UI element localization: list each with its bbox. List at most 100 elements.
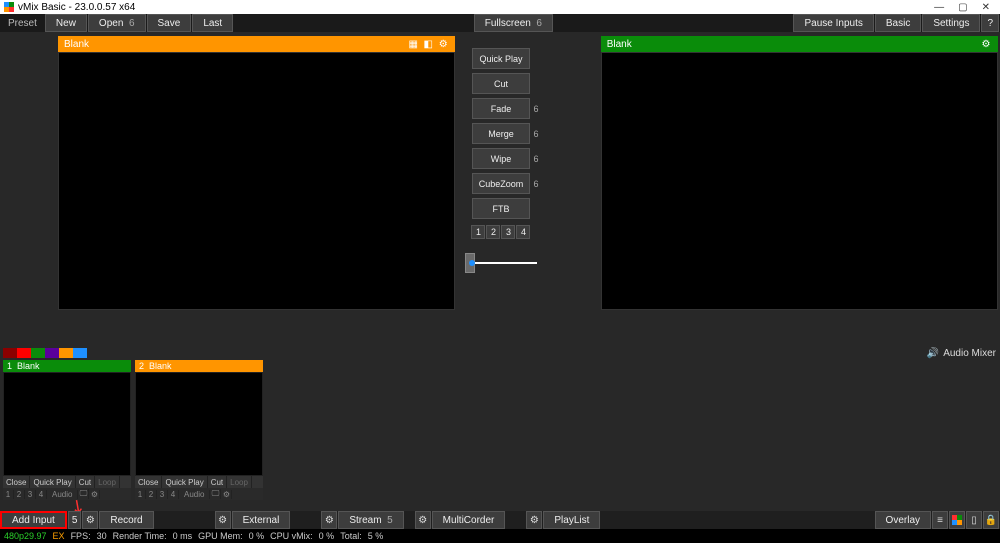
add-input-num[interactable]: 5 — [68, 511, 82, 529]
output-gear-icon[interactable]: ⚙ — [980, 38, 992, 50]
color-swatch[interactable] — [73, 348, 87, 358]
output-title: Blank — [607, 39, 632, 50]
overlay-3[interactable]: 3 — [501, 225, 515, 239]
input-ov-3[interactable]: 3 — [157, 490, 168, 499]
save-button[interactable]: Save — [147, 14, 192, 32]
input-ov-2[interactable]: 2 — [146, 490, 157, 499]
inputs-row: 1 Blank Close Quick Play Cut Loop 1 2 3 … — [0, 358, 1000, 502]
input-gear-icon[interactable]: ⚙ — [221, 490, 232, 499]
output-panel: Blank ⚙ — [601, 36, 998, 344]
close-button[interactable]: ✕ — [982, 2, 990, 13]
input-cut[interactable]: Cut — [208, 476, 227, 488]
input-card: 2 Blank Close Quick Play Cut Loop 1 2 3 … — [135, 360, 263, 500]
cubezoom-button[interactable]: CubeZoom6 — [472, 173, 530, 194]
color-swatch[interactable] — [3, 348, 17, 358]
input-monitor-icon[interactable]: 🖵 — [210, 489, 221, 499]
input-close[interactable]: Close — [135, 476, 162, 488]
ftb-button[interactable]: FTB — [472, 198, 530, 219]
input-close[interactable]: Close — [3, 476, 30, 488]
bottom-gear-icon[interactable]: ⚙ — [321, 511, 337, 529]
input-ov-1[interactable]: 1 — [135, 490, 146, 499]
input-ov-1[interactable]: 1 — [3, 490, 14, 499]
window-title: vMix Basic - 23.0.0.57 x64 — [18, 2, 135, 13]
bottom-gear-icon[interactable]: ⚙ — [82, 511, 98, 529]
bottom-gear-icon[interactable]: ⚙ — [526, 511, 542, 529]
add-input-button[interactable]: Add Input — [0, 511, 67, 529]
input-audio[interactable]: Audio — [179, 490, 210, 499]
color-swatch[interactable] — [31, 348, 45, 358]
t-bar-slider[interactable] — [465, 253, 537, 273]
input-quickplay[interactable]: Quick Play — [162, 476, 207, 488]
category-color-bar — [3, 348, 87, 358]
overlay-1[interactable]: 1 — [471, 225, 485, 239]
input-loop[interactable]: Loop — [95, 476, 120, 488]
overlay-4[interactable]: 4 — [516, 225, 530, 239]
input-ov-2[interactable]: 2 — [14, 490, 25, 499]
input-header[interactable]: 2 Blank — [135, 360, 263, 372]
speaker-icon: 🔊 — [927, 348, 939, 359]
overlay-button[interactable]: Overlay — [875, 511, 931, 529]
status-total-label: Total: — [340, 531, 362, 541]
status-gpu-label: GPU Mem: — [198, 531, 243, 541]
bottom-bar: Add Input 5 ⚙ Record ⚙ External ⚙ Stream… — [0, 511, 1000, 529]
input-ov-4[interactable]: 4 — [36, 490, 47, 499]
new-button[interactable]: New — [45, 14, 87, 32]
maximize-button[interactable]: ▢ — [958, 2, 967, 13]
app-logo-icon — [4, 2, 14, 12]
output-screen[interactable] — [601, 52, 998, 310]
output-header: Blank ⚙ — [601, 36, 998, 52]
open-button[interactable]: Open 6 — [88, 14, 146, 32]
color-swatch[interactable] — [45, 348, 59, 358]
list-view-icon[interactable]: ≡ — [932, 511, 948, 529]
last-button[interactable]: Last — [192, 14, 233, 32]
settings-button[interactable]: Settings — [922, 14, 980, 32]
bottom-gear-icon[interactable]: ⚙ — [215, 511, 231, 529]
preview-panel: Blank ▦ ◧ ⚙ — [58, 36, 455, 344]
fade-button[interactable]: Fade6 — [472, 98, 530, 119]
audio-mixer-button[interactable]: 🔊 Audio Mixer — [927, 348, 996, 359]
merge-button[interactable]: Merge6 — [472, 123, 530, 144]
quick-play-button[interactable]: Quick Play — [472, 48, 530, 69]
overlay-2[interactable]: 2 — [486, 225, 500, 239]
multicorder-button[interactable]: MultiCorder — [432, 511, 506, 529]
fullscreen-button[interactable]: Fullscreen 6 — [474, 14, 553, 32]
transition-panel: Quick Play Cut Fade6 Merge6 Wipe6 CubeZo… — [461, 36, 540, 344]
input-quickplay[interactable]: Quick Play — [30, 476, 75, 488]
preview-screen[interactable] — [58, 52, 455, 310]
input-thumbnail[interactable] — [135, 372, 263, 476]
input-card: 1 Blank Close Quick Play Cut Loop 1 2 3 … — [3, 360, 131, 500]
input-header[interactable]: 1 Blank — [3, 360, 131, 372]
bottom-gear-icon[interactable]: ⚙ — [415, 511, 431, 529]
color-swatch[interactable] — [59, 348, 73, 358]
lock-icon[interactable]: 🔒 — [983, 511, 999, 529]
input-monitor-icon[interactable]: 🖵 — [78, 489, 89, 499]
pause-inputs-button[interactable]: Pause Inputs — [793, 14, 873, 32]
basic-button[interactable]: Basic — [875, 14, 921, 32]
input-controls-row1: Close Quick Play Cut Loop — [3, 476, 131, 488]
stream-button[interactable]: Stream 5 — [338, 511, 403, 529]
input-controls-row1: Close Quick Play Cut Loop — [135, 476, 263, 488]
playlist-button[interactable]: PlayList — [543, 511, 600, 529]
external-button[interactable]: External — [232, 511, 291, 529]
cut-button[interactable]: Cut — [472, 73, 530, 94]
status-bar: 480p29.97 EX FPS: 30 Render Time: 0 ms G… — [0, 529, 1000, 543]
input-thumbnail[interactable] — [3, 372, 131, 476]
input-ov-3[interactable]: 3 — [25, 490, 36, 499]
preview-gear-icon[interactable]: ⚙ — [437, 38, 449, 50]
help-button[interactable]: ? — [981, 14, 999, 32]
input-controls-row2: 1 2 3 4 Audio 🖵 ⚙ — [3, 488, 131, 500]
preview-header: Blank ▦ ◧ ⚙ — [58, 36, 455, 52]
preview-layers-icon[interactable]: ◧ — [422, 38, 434, 50]
input-gear-icon[interactable]: ⚙ — [89, 490, 100, 499]
input-audio[interactable]: Audio — [47, 490, 78, 499]
input-cut[interactable]: Cut — [76, 476, 95, 488]
input-ov-4[interactable]: 4 — [168, 490, 179, 499]
wipe-button[interactable]: Wipe6 — [472, 148, 530, 169]
more-icon[interactable]: ▯ — [966, 511, 982, 529]
grid-view-icon[interactable] — [949, 511, 965, 529]
record-button[interactable]: Record — [99, 511, 153, 529]
input-loop[interactable]: Loop — [227, 476, 252, 488]
minimize-button[interactable]: — — [934, 2, 944, 13]
preview-grid-icon[interactable]: ▦ — [407, 38, 419, 50]
color-swatch[interactable] — [17, 348, 31, 358]
